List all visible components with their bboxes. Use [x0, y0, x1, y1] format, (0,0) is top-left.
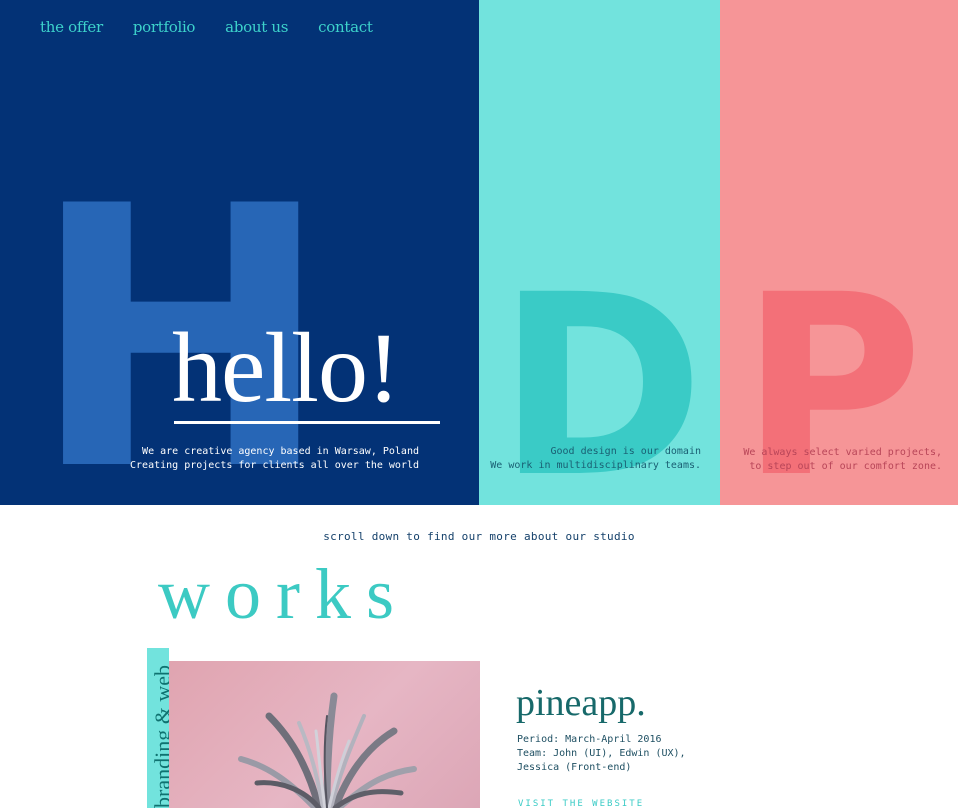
main-nav: the offer portfolio about us contact [40, 18, 373, 36]
work-team-line1: Team: John (UI), Edwin (UX), [517, 748, 686, 759]
projects-intro-line1: We always select varied projects, [743, 447, 942, 458]
nav-item-the-offer[interactable]: the offer [40, 18, 103, 36]
pineapple-image[interactable] [169, 661, 480, 808]
hello-underline [174, 421, 440, 424]
design-intro: Good design is our domain We work in mul… [490, 445, 701, 473]
nav-item-portfolio[interactable]: portfolio [133, 18, 196, 36]
big-letter-d: D [497, 241, 705, 532]
projects-intro-line2: to step out of our comfort zone. [749, 461, 942, 472]
work-period: Period: March-April 2016 [517, 734, 662, 745]
visit-website-link[interactable]: VISIT THE WEBSITE [518, 799, 644, 808]
projects-intro: We always select varied projects, to ste… [743, 446, 942, 474]
work-team-line2: Jessica (Front-end) [517, 762, 632, 773]
scroll-down-hint[interactable]: scroll down to find our more about our s… [0, 530, 958, 543]
works-heading: works [158, 554, 409, 634]
hello-heading: hello! [172, 312, 400, 423]
nav-item-about-us[interactable]: about us [225, 18, 288, 36]
hero-section: H D P the offer portfolio about us conta… [0, 0, 958, 520]
big-letter-p: P [740, 241, 924, 532]
design-intro-line1: Good design is our domain [550, 446, 701, 457]
work-details: Period: March-April 2016 Team: John (UI)… [517, 733, 686, 775]
design-intro-line2: We work in multidisciplinary teams. [490, 460, 701, 471]
work-title: pineapp. [516, 682, 646, 724]
agency-intro-line2: Creating projects for clients all over t… [130, 460, 419, 471]
agency-intro-line1: We are creative agency based in Warsaw, … [142, 446, 419, 457]
nav-item-contact[interactable]: contact [318, 18, 373, 36]
pineapple-illustration [238, 692, 417, 808]
agency-intro: We are creative agency based in Warsaw, … [130, 445, 419, 473]
